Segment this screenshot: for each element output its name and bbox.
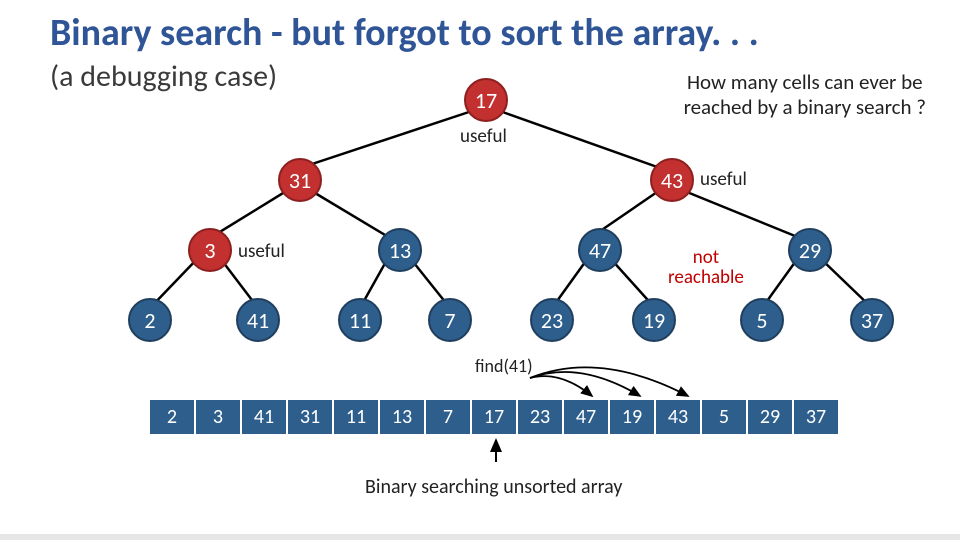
tree-node-7: 7 [428,298,472,342]
tree-node-47: 47 [578,228,622,272]
array-cell: 3 [196,400,242,434]
array-cell: 7 [426,400,472,434]
label-useful-43: useful [700,168,747,191]
tree-node-41: 41 [236,298,280,342]
footer-bar [0,534,960,540]
page-subtitle: (a debugging case) [50,58,277,95]
tree-node-root: 17 [464,78,508,122]
array-cell: 43 [656,400,702,434]
array-cell: 23 [518,400,564,434]
array-cell: 29 [748,400,794,434]
label-useful-root: useful [460,125,507,148]
tree-node-37: 37 [850,298,894,342]
find-label: find(41) [475,355,533,377]
label-useful-3: useful [238,240,285,263]
label-not-reachable: not reachable [668,248,744,288]
array-cell: 31 [288,400,334,434]
tree-node-11: 11 [338,298,382,342]
array-cell: 13 [380,400,426,434]
tree-node-23: 23 [530,298,574,342]
tree-node-43: 43 [650,158,694,202]
array-cell: 17 [472,400,518,434]
array-cell: 2 [150,400,196,434]
page-title: Binary search - but forgot to sort the a… [50,10,759,56]
array-cell: 19 [610,400,656,434]
tree-node-3: 3 [188,228,232,272]
question-line2: reached by a binary search ? [684,94,926,120]
question-text: How many cells can ever be reached by a … [680,68,930,122]
tree-node-29: 29 [788,228,832,272]
tree-node-5: 5 [740,298,784,342]
array-cell: 41 [242,400,288,434]
array-cell: 37 [794,400,838,434]
array-cell: 11 [334,400,380,434]
array-caption: Binary searching unsorted array [365,475,622,499]
tree-node-2: 2 [128,298,172,342]
tree-node-13: 13 [378,228,422,272]
array-cell: 5 [702,400,748,434]
tree-node-19: 19 [632,298,676,342]
question-line1: How many cells can ever be [687,69,923,95]
tree-node-31: 31 [278,158,322,202]
array-row: 2 3 41 31 11 13 7 17 23 47 19 43 5 29 37 [150,400,838,434]
array-cell: 47 [564,400,610,434]
